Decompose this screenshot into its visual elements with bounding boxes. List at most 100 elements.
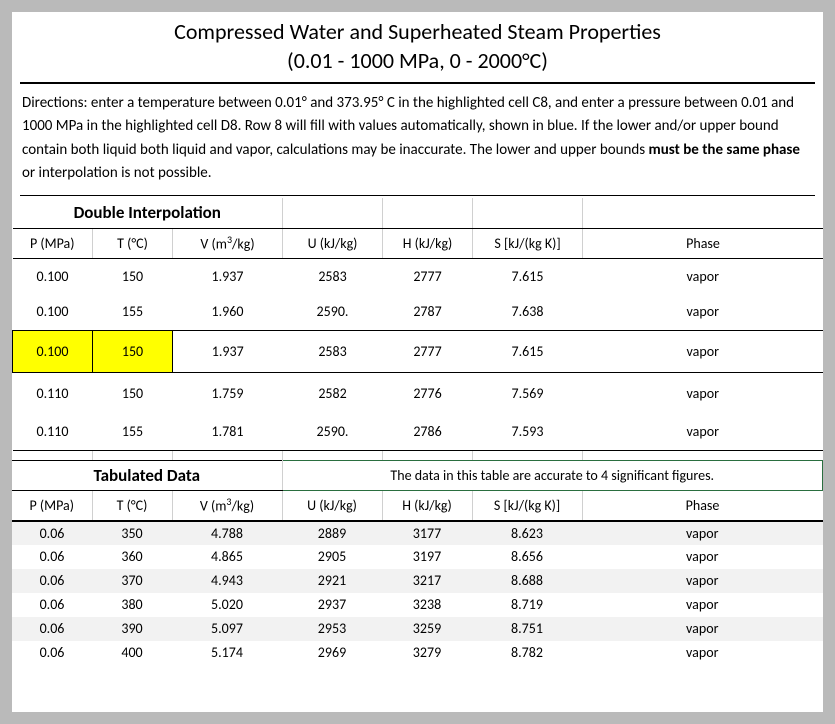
cell-u: 2583 — [283, 258, 383, 294]
table-row: 0.06 390 5.097 2953 3259 8.751 vapor — [12, 617, 823, 641]
cell-h: 3177 — [382, 521, 472, 545]
cell-phase: vapor — [582, 569, 823, 593]
cell-h: 2787 — [383, 294, 473, 330]
cell-h: 2776 — [383, 372, 473, 414]
cell-p: 0.100 — [13, 258, 93, 294]
cell-t: 350 — [92, 521, 172, 545]
col-u: U (kJ/kg) — [282, 491, 382, 521]
table-row: 0.100 150 1.937 2583 2777 7.615 vapor — [13, 258, 824, 294]
cell-s: 8.751 — [472, 617, 582, 641]
cell-h: 3197 — [382, 545, 472, 569]
cell-v: 4.788 — [172, 521, 282, 545]
cell-p: 0.110 — [13, 414, 93, 450]
directions-post: or interpolation is not possible. — [22, 164, 212, 182]
page-subtitle: (0.01 - 1000 MPa, 0 - 2000°C) — [12, 47, 823, 80]
section-header-row: Tabulated Data The data in this table ar… — [12, 461, 823, 491]
column-headers: P (MPa) T (°C) V (m3/kg) U (kJ/kg) H (kJ… — [13, 228, 824, 258]
col-u: U (kJ/kg) — [283, 228, 383, 258]
cell-t: 360 — [92, 545, 172, 569]
cell-u: 2969 — [282, 641, 382, 665]
interpolation-table: Double Interpolation P (MPa) T (°C) V (m… — [12, 198, 823, 460]
cell-u: 2583 — [283, 330, 383, 372]
cell-t: 400 — [92, 641, 172, 665]
cell-phase: vapor — [582, 617, 823, 641]
cell-s: 8.688 — [472, 569, 582, 593]
cell-s: 7.638 — [473, 294, 583, 330]
cell-v: 1.759 — [173, 372, 283, 414]
cell-v: 5.097 — [172, 617, 282, 641]
cell-s: 8.782 — [472, 641, 582, 665]
cell-h: 2786 — [383, 414, 473, 450]
directions-bold: must be the same phase — [649, 141, 800, 159]
cell-t: 390 — [92, 617, 172, 641]
cell-phase: vapor — [582, 593, 823, 617]
col-v: V (m3/kg) — [173, 228, 283, 258]
col-t: T (°C) — [92, 491, 172, 521]
cell-phase: vapor — [582, 641, 823, 665]
cell-h: 3217 — [382, 569, 472, 593]
table-row: 0.06 370 4.943 2921 3217 8.688 vapor — [12, 569, 823, 593]
cell-p: 0.06 — [12, 521, 92, 545]
cell-u: 2905 — [282, 545, 382, 569]
cell-s: 8.719 — [472, 593, 582, 617]
cell-t: 150 — [93, 258, 173, 294]
col-p: P (MPa) — [12, 491, 92, 521]
column-headers: P (MPa) T (°C) V (m3/kg) U (kJ/kg) H (kJ… — [12, 491, 823, 521]
table-row: 0.100 155 1.960 2590. 2787 7.638 vapor — [13, 294, 824, 330]
cell-s: 8.623 — [472, 521, 582, 545]
input-pressure-cell[interactable]: 0.100 — [13, 330, 93, 372]
cell-p: 0.110 — [13, 372, 93, 414]
cell-p: 0.06 — [12, 545, 92, 569]
cell-t: 155 — [93, 414, 173, 450]
cell-phase: vapor — [583, 414, 823, 450]
table-row: 0.110 150 1.759 2582 2776 7.569 vapor — [13, 372, 824, 414]
spacer-row — [13, 450, 824, 460]
cell-t: 370 — [92, 569, 172, 593]
table-row: 0.06 350 4.788 2889 3177 8.623 vapor — [12, 521, 823, 545]
cell-v: 1.960 — [173, 294, 283, 330]
directions-text: Directions: enter a temperature between … — [20, 90, 815, 193]
col-s: S [kJ/(kg K)] — [473, 228, 583, 258]
cell-phase: vapor — [583, 258, 823, 294]
table-row: 0.06 380 5.020 2937 3238 8.719 vapor — [12, 593, 823, 617]
cell-phase: vapor — [583, 330, 823, 372]
cell-u: 2582 — [283, 372, 383, 414]
cell-s: 8.656 — [472, 545, 582, 569]
cell-t: 155 — [93, 294, 173, 330]
spreadsheet-sheet: Compressed Water and Superheated Steam P… — [0, 0, 835, 724]
divider — [20, 82, 815, 84]
col-p: P (MPa) — [13, 228, 93, 258]
col-v: V (m3/kg) — [172, 491, 282, 521]
cell-s: 7.569 — [473, 372, 583, 414]
cell-u: 2921 — [282, 569, 382, 593]
cell-t: 380 — [92, 593, 172, 617]
cell-u: 2590. — [283, 414, 383, 450]
cell-v: 5.020 — [172, 593, 282, 617]
cell-s: 7.593 — [473, 414, 583, 450]
tabulated-table: Tabulated Data The data in this table ar… — [12, 460, 823, 665]
table-row: 0.110 155 1.781 2590. 2786 7.593 vapor — [13, 414, 824, 450]
cell-u: 2953 — [282, 617, 382, 641]
col-s: S [kJ/(kg K)] — [472, 491, 582, 521]
cell-v: 1.781 — [173, 414, 283, 450]
col-phase: Phase — [582, 491, 823, 521]
table-row-input: 0.100 150 1.937 2583 2777 7.615 vapor — [13, 330, 824, 372]
section-header-row: Double Interpolation — [13, 198, 824, 228]
cell-h: 3259 — [382, 617, 472, 641]
cell-h: 2777 — [383, 258, 473, 294]
cell-h: 3279 — [382, 641, 472, 665]
cell-p: 0.06 — [12, 641, 92, 665]
tab-section-title: Tabulated Data — [12, 461, 282, 491]
cell-v: 4.865 — [172, 545, 282, 569]
cell-v: 1.937 — [173, 330, 283, 372]
cell-p: 0.06 — [12, 617, 92, 641]
cell-v: 5.174 — [172, 641, 282, 665]
cell-v: 1.937 — [173, 258, 283, 294]
col-phase: Phase — [583, 228, 823, 258]
cell-p: 0.06 — [12, 593, 92, 617]
tab-note: The data in this table are accurate to 4… — [282, 461, 823, 491]
input-temperature-cell[interactable]: 150 — [93, 330, 173, 372]
interp-section-title: Double Interpolation — [13, 198, 283, 228]
col-h: H (kJ/kg) — [382, 491, 472, 521]
cell-phase: vapor — [582, 545, 823, 569]
